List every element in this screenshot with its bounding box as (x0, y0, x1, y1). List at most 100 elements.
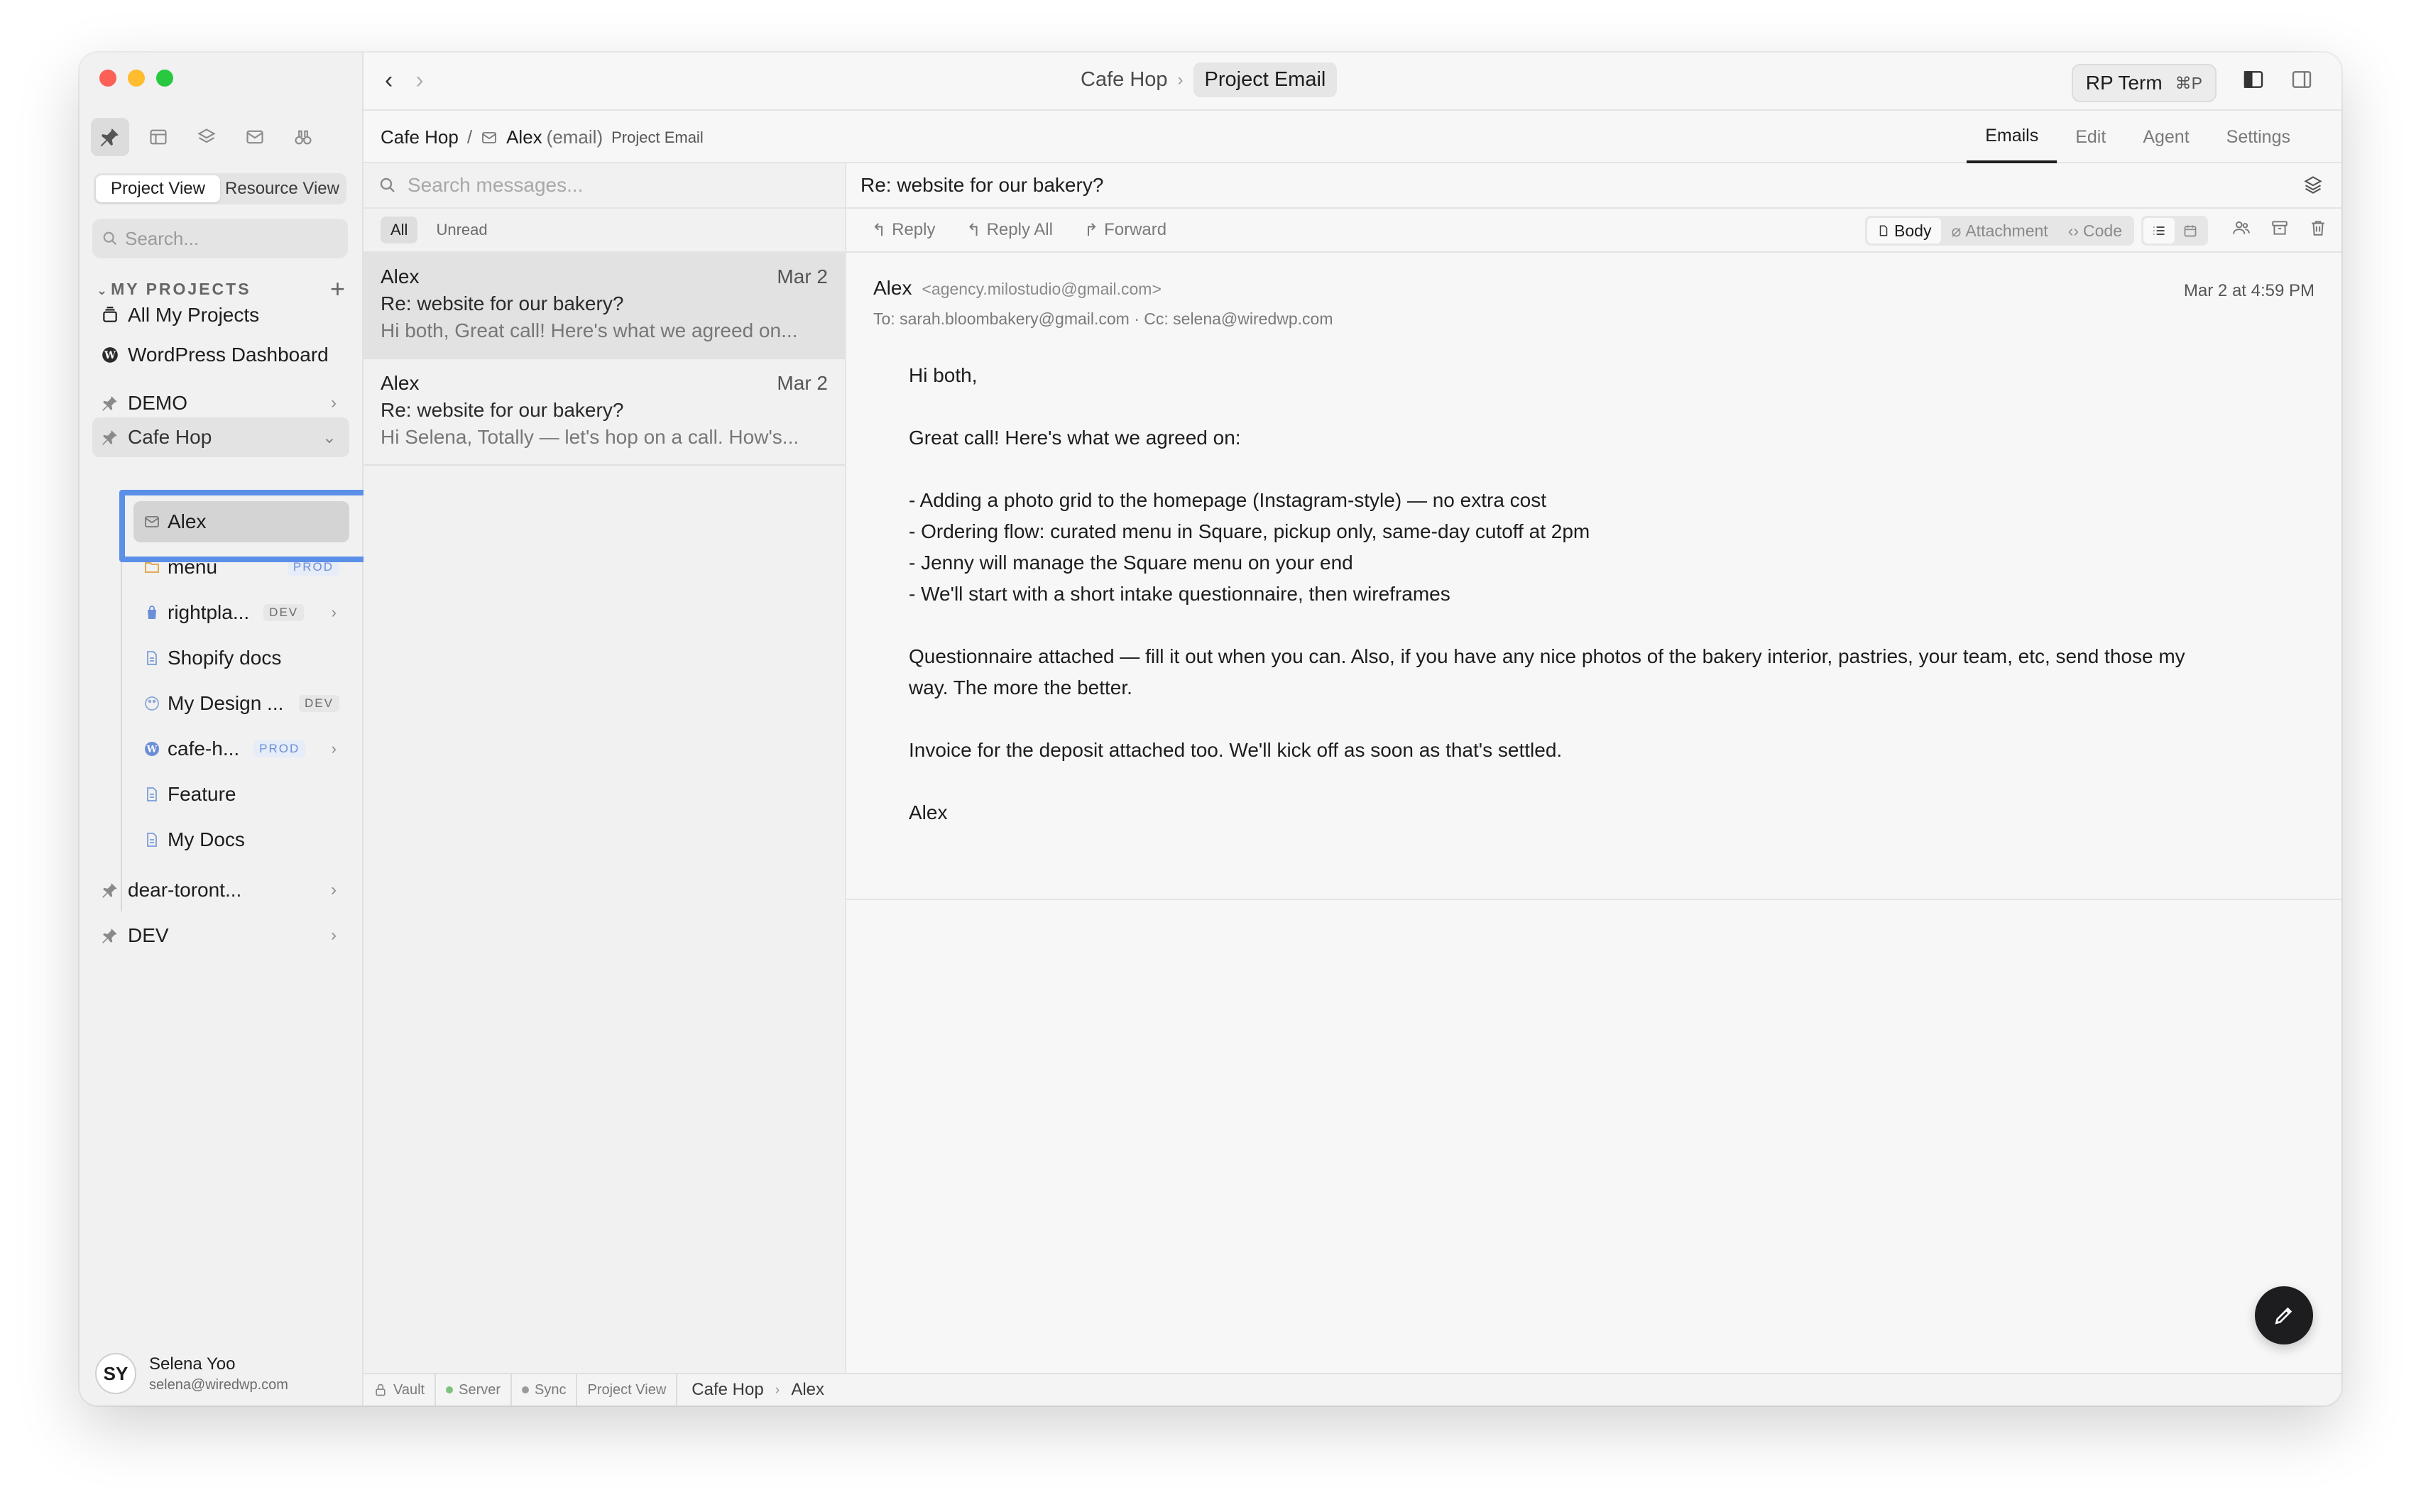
view-status[interactable]: Project View (577, 1374, 678, 1406)
sidebar-child-my-design[interactable]: My Design ... DEV (133, 683, 349, 724)
zoom-window-button[interactable] (156, 70, 173, 87)
status-breadcrumb-project[interactable]: Cafe Hop (692, 1380, 763, 1400)
server-status[interactable]: Server (436, 1374, 513, 1406)
sidebar-item-cafe-hop[interactable]: Cafe Hop ⌄ (92, 417, 349, 457)
rp-term-label: RP Term (2085, 72, 2163, 94)
email-from: Alex <agency.milostudio@gmail.com> (873, 277, 2315, 300)
chevron-right-icon[interactable]: › (332, 603, 337, 622)
status-breadcrumb-item[interactable]: Alex (791, 1380, 824, 1400)
pin-icon (102, 396, 117, 411)
sidebar-child-label: My Design ... (168, 692, 284, 714)
contacts-icon[interactable] (2232, 219, 2251, 242)
env-badge: PROD (287, 559, 339, 576)
sidebar-child-alex[interactable]: Alex (133, 501, 349, 542)
calendar-view-icon[interactable] (2175, 218, 2206, 243)
close-window-button[interactable] (99, 70, 116, 87)
wordpress-icon: W (102, 347, 118, 363)
message-preview: Hi both, Great call! Here's what we agre… (381, 319, 798, 341)
email-body: Hi both, Great call! Here's what we agre… (873, 360, 2222, 828)
email-date: Mar 2 at 4:59 PM (2183, 281, 2315, 300)
email-tools (2232, 219, 2327, 242)
context-project[interactable]: Cafe Hop (381, 126, 459, 148)
rp-term-shortcut: ⌘P (2175, 73, 2202, 92)
forward-arrow-icon[interactable]: › (415, 67, 423, 94)
sidebar-item-all-projects[interactable]: All My Projects (92, 294, 349, 336)
binoculars-icon[interactable] (284, 118, 322, 156)
chevron-right-icon[interactable]: › (331, 880, 337, 900)
sidebar-item-wordpress-dashboard[interactable]: W WordPress Dashboard (92, 334, 349, 376)
layers-icon[interactable] (2303, 175, 2323, 199)
reply-button[interactable]: ↰ Reply (872, 220, 935, 241)
body-mode-button[interactable]: Body (1867, 218, 1942, 243)
trash-icon[interactable] (2309, 219, 2327, 242)
sidebar-child-rightplace[interactable]: rightpla... DEV › (133, 592, 349, 633)
folder-icon (145, 562, 159, 573)
sidebar-child-shopify-docs[interactable]: Shopify docs (133, 637, 349, 679)
message-sender: Alex (381, 372, 420, 394)
toggle-right-panel-icon[interactable] (2290, 68, 2316, 94)
sync-status-dot (522, 1386, 530, 1393)
vault-status[interactable]: Vault (364, 1374, 437, 1406)
vault-label: Vault (393, 1381, 425, 1398)
list-item[interactable]: Alex Mar 2 Re: website for our bakery? H… (364, 253, 845, 359)
message-filters: All Unread (364, 209, 845, 253)
sidebar: Project View Resource View Search... ⌄ M… (80, 53, 364, 1406)
rp-term-button[interactable]: RP Term ⌘P (2071, 64, 2217, 102)
tab-settings[interactable]: Settings (2208, 111, 2309, 163)
sidebar-item-dear-toronto[interactable]: dear-toront... › (92, 869, 349, 911)
sender-address: <agency.milostudio@gmail.com> (922, 280, 1162, 298)
email-signature: Alex (909, 801, 948, 823)
message-search-input[interactable]: Search messages... (364, 163, 845, 209)
search-icon (103, 231, 117, 246)
mail-icon[interactable] (236, 118, 274, 156)
back-arrow-icon[interactable]: ‹ (385, 67, 393, 94)
tab-edit[interactable]: Edit (2057, 111, 2124, 163)
email-intro: Great call! Here's what we agreed on: (909, 427, 1241, 449)
context-label: Project Email (611, 128, 704, 146)
minimize-window-button[interactable] (128, 70, 145, 87)
sidebar-item-dev[interactable]: DEV › (92, 914, 349, 957)
layout-icon[interactable] (139, 118, 177, 156)
breadcrumb-current[interactable]: Project Email (1193, 62, 1338, 97)
reply-all-icon: ↰ (966, 220, 981, 240)
sidebar-child-menu[interactable]: menu PROD (133, 547, 349, 588)
filter-unread[interactable]: Unread (426, 217, 497, 243)
project-view-tab[interactable]: Project View (96, 175, 220, 202)
filter-all[interactable]: All (381, 217, 418, 243)
sidebar-search-input[interactable]: Search... (92, 219, 348, 258)
toggle-left-panel-icon[interactable] (2242, 68, 2268, 94)
sidebar-mode-icons (91, 118, 322, 156)
list-item[interactable]: Alex Mar 2 Re: website for our bakery? H… (364, 359, 845, 466)
sync-status[interactable]: Sync (512, 1374, 578, 1406)
tab-emails[interactable]: Emails (1967, 111, 2057, 163)
sidebar-child-feature[interactable]: Feature (133, 774, 349, 815)
sidebar-search-placeholder: Search... (125, 227, 200, 249)
message-search-placeholder: Search messages... (408, 174, 584, 196)
resource-view-tab[interactable]: Resource View (220, 175, 344, 202)
breadcrumb-parent[interactable]: Cafe Hop (1081, 68, 1168, 92)
chevron-down-icon[interactable]: ⌄ (322, 427, 337, 448)
archive-icon[interactable] (2270, 219, 2289, 242)
sidebar-item-label: DEV (128, 924, 169, 946)
sidebar-child-my-docs[interactable]: My Docs (133, 819, 349, 860)
reply-all-label: Reply All (986, 220, 1053, 239)
sidebar-child-cafe-h[interactable]: W cafe-h... PROD › (133, 728, 349, 769)
env-badge: DEV (299, 695, 339, 712)
list-view-icon[interactable] (2143, 218, 2175, 243)
chevron-right-icon[interactable]: › (331, 926, 337, 946)
chevron-right-icon[interactable]: › (331, 393, 337, 413)
user-profile[interactable]: SY Selena Yoo selena@wiredwp.com (95, 1353, 288, 1394)
code-mode-button[interactable]: ‹› Code (2058, 218, 2132, 243)
lock-icon (376, 1384, 386, 1396)
chevron-right-icon[interactable]: › (332, 740, 337, 758)
pin-icon[interactable] (91, 118, 129, 156)
forward-button[interactable]: ↱ Forward (1084, 220, 1166, 241)
reply-all-button[interactable]: ↰ Reply All (966, 220, 1052, 241)
tab-agent[interactable]: Agent (2124, 111, 2207, 163)
compose-button[interactable] (2255, 1286, 2313, 1344)
sidebar-item-label: DEMO (128, 392, 187, 414)
sidebar-child-label: menu (168, 556, 218, 578)
document-icon (147, 787, 157, 801)
layers-icon[interactable] (187, 118, 226, 156)
attachment-mode-button[interactable]: ⌀ Attachment (1941, 218, 2057, 243)
